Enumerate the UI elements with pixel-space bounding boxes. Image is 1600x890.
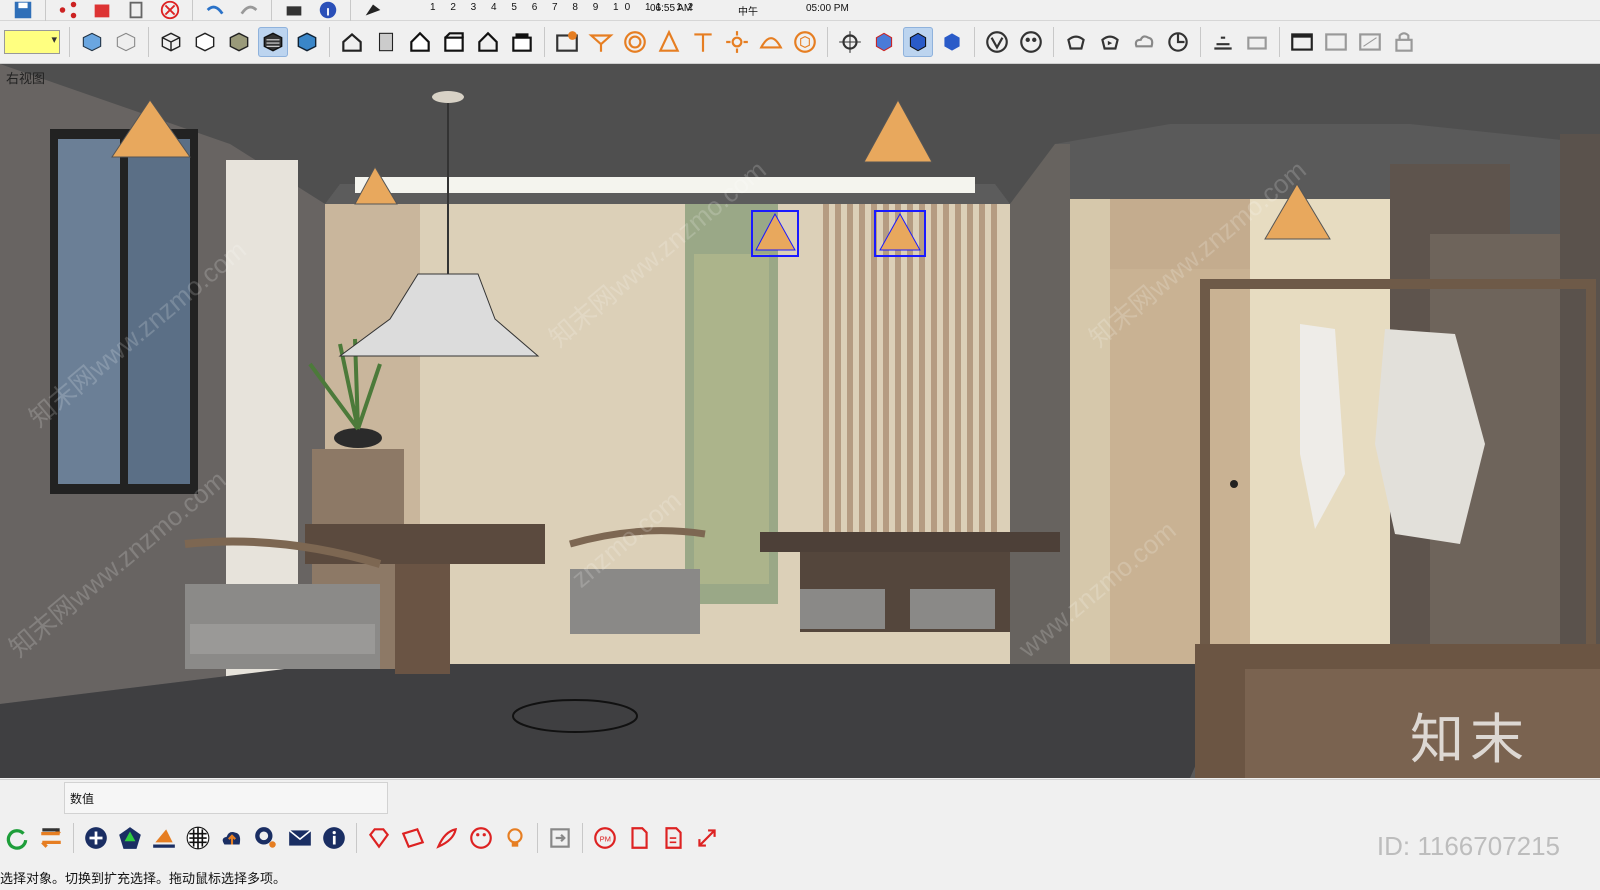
style-back-edges-icon[interactable] (111, 27, 141, 57)
status-bar: 选择对象。切换到扩充选择。拖动鼠标选择多项。 (0, 862, 1600, 890)
pm-refresh-icon[interactable]: PM (590, 823, 620, 853)
checker-globe-icon[interactable] (183, 823, 213, 853)
back-view-icon[interactable] (473, 27, 503, 57)
style-wireframe-icon[interactable] (156, 27, 186, 57)
teapot-interactive-icon[interactable] (1095, 27, 1125, 57)
palette-icon[interactable] (466, 823, 496, 853)
vray-icon[interactable] (982, 27, 1012, 57)
main-toolbar-row (0, 21, 1600, 64)
cloud-render-icon[interactable] (1129, 27, 1159, 57)
window-icon[interactable] (1287, 27, 1317, 57)
section-cube-icon[interactable] (869, 27, 899, 57)
left-view-icon[interactable] (507, 27, 537, 57)
style-monochrome-icon[interactable] (292, 27, 322, 57)
status-text: 选择对象。切换到扩充选择。拖动鼠标选择多项。 (0, 871, 287, 886)
group-cube-icon[interactable] (937, 27, 967, 57)
cloud-upload-icon[interactable] (217, 823, 247, 853)
lock-icon[interactable] (1389, 27, 1419, 57)
right-view-icon[interactable] (439, 27, 469, 57)
material-editor-icon[interactable] (1016, 27, 1046, 57)
shadow-time-end: 05:00 PM (806, 3, 849, 14)
front-view-icon[interactable] (405, 27, 435, 57)
site-logo-text: 知末 (1410, 708, 1530, 771)
svg-text:PM: PM (600, 834, 611, 843)
batch-render-icon[interactable] (1163, 27, 1193, 57)
model-viewport[interactable]: 右视图 知末网www.znzmo.com 知末网www.znzmo.com zn… (0, 64, 1600, 778)
skp-tag-icon[interactable] (398, 823, 428, 853)
layers-color-icon[interactable] (149, 823, 179, 853)
light-tool-icon[interactable] (722, 27, 752, 57)
ruby-icon[interactable] (364, 823, 394, 853)
top-view-icon[interactable] (371, 27, 401, 57)
teapot-render-icon[interactable] (1061, 27, 1091, 57)
document-icon[interactable] (624, 823, 654, 853)
settings-gear-icon[interactable] (251, 823, 281, 853)
refresh-icon[interactable] (2, 823, 32, 853)
style-xray-icon[interactable] (77, 27, 107, 57)
style-hidden-line-icon[interactable] (190, 27, 220, 57)
table-tool-icon[interactable] (586, 27, 616, 57)
file-id-label: ID: 1166707215 (1376, 831, 1560, 861)
transfer-icon[interactable] (36, 823, 66, 853)
iso-view-icon[interactable] (337, 27, 367, 57)
lights-icon[interactable] (1242, 27, 1272, 57)
measurements-label: 数值 (70, 792, 95, 806)
frame-buffer-icon[interactable] (1208, 27, 1238, 57)
section-view-icon[interactable] (1355, 27, 1385, 57)
add-icon[interactable] (81, 823, 111, 853)
style-shaded-icon[interactable] (224, 27, 254, 57)
brush-icon[interactable] (432, 823, 462, 853)
lightbulb-icon[interactable] (500, 823, 530, 853)
stool-tool-icon[interactable] (688, 27, 718, 57)
export-icon[interactable] (545, 823, 575, 853)
dome-tool-icon[interactable] (756, 27, 786, 57)
mail-icon[interactable] (285, 823, 315, 853)
top-toolbar-row: 1 2 3 4 5 6 7 8 9 10 11 12 06:55 AM 中午 0… (0, 0, 1600, 25)
cone-tool-icon[interactable] (654, 27, 684, 57)
axes-icon[interactable] (835, 27, 865, 57)
walls-tool-icon[interactable] (552, 27, 582, 57)
component-cube-icon[interactable] (903, 27, 933, 57)
shadow-time-start: 06:55 AM (650, 3, 693, 14)
scene-render (0, 64, 1600, 778)
layer-dropdown[interactable] (4, 30, 60, 54)
style-textured-icon[interactable] (258, 27, 288, 57)
box-tool-icon[interactable] (790, 27, 820, 57)
expand-icon[interactable] (692, 823, 722, 853)
view-name-label: 右视图 (6, 71, 46, 86)
circle-tool-icon[interactable] (620, 27, 650, 57)
tree-icon[interactable] (115, 823, 145, 853)
document-edit-icon[interactable] (658, 823, 688, 853)
info-icon[interactable] (319, 823, 349, 853)
shadow-noon: 中午 (738, 7, 758, 18)
measurements-input[interactable] (64, 782, 388, 814)
bottom-toolbar-row: PM (0, 816, 1600, 860)
scene-icon[interactable] (1321, 27, 1351, 57)
measurements-bar: 数值 (0, 779, 1600, 816)
